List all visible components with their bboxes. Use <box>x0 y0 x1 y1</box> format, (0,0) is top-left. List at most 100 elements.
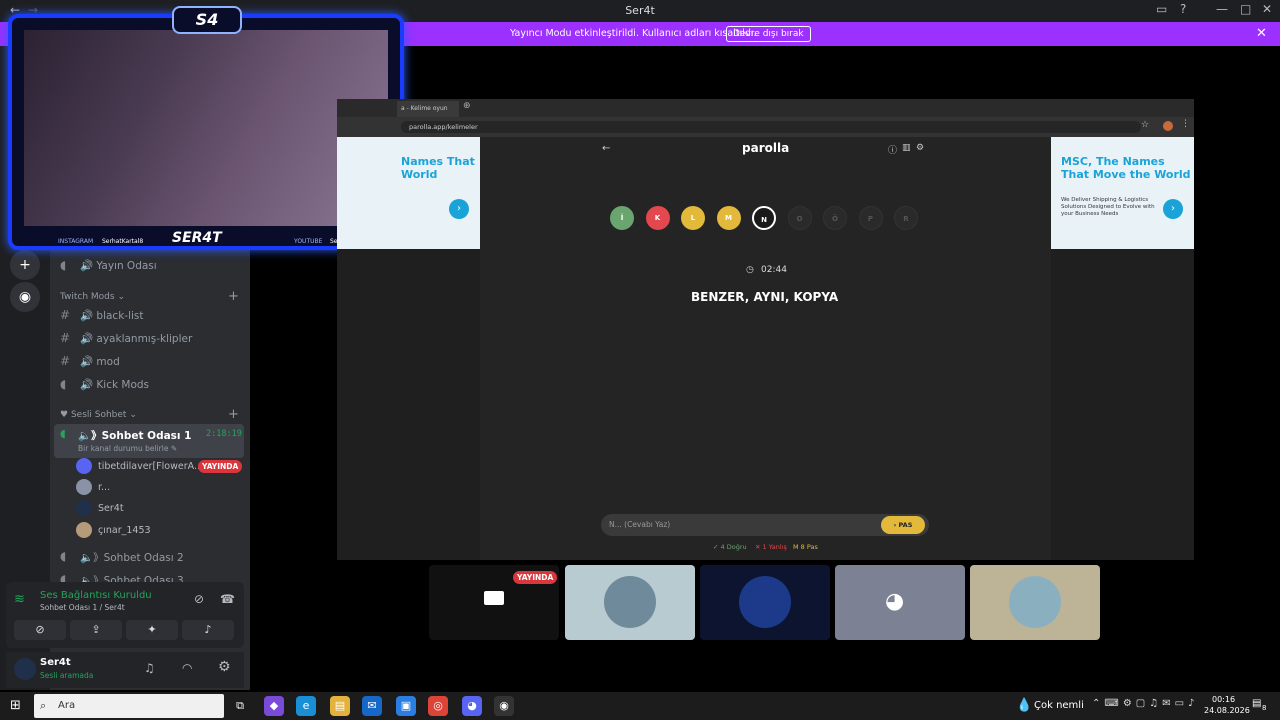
browser-menu-icon[interactable]: ⋮ <box>1181 119 1190 129</box>
notification-icon[interactable]: ▤ <box>1252 698 1261 709</box>
participant-tile[interactable] <box>700 565 830 640</box>
ad-banner-left[interactable]: Names That World › <box>337 137 480 249</box>
clock-time[interactable]: 00:16 <box>1212 695 1235 704</box>
voice-member[interactable]: r... <box>76 479 246 497</box>
add-server-icon[interactable]: + <box>10 250 40 280</box>
system-tray-icons[interactable]: ⌃⌨⚙▢♫✉▭♪ <box>1092 698 1198 709</box>
taskbar: ⊞ ⌕ Ara ⧉ ◆ e ▤ ✉ ▣ ◎ ◕ ◉ 💧 Çok nemli ⌃⌨… <box>0 692 1280 720</box>
channel-mod[interactable]: # 🔊 mod <box>58 352 244 372</box>
user-panel: Ser4t Sesli aramada ♫ ◠ ⚙ <box>6 652 244 688</box>
store-icon[interactable]: ▣ <box>396 696 416 716</box>
headphones-icon[interactable]: ◠ <box>182 661 192 675</box>
outlook-icon[interactable]: ✉ <box>362 696 382 716</box>
search-placeholder: Ara <box>58 700 76 711</box>
close-window-icon[interactable]: ✕ <box>1262 2 1272 16</box>
discord-logo-icon: ◕ <box>885 589 905 614</box>
channel-sohbet-odasi-1[interactable]: ◖ 🔈》Sohbet Odası 1 2:18:19 Bir kanal dur… <box>54 424 244 458</box>
voice-member[interactable]: tibetdilaver[FlowerA... YAYINDA <box>76 458 246 476</box>
letter-circle: O <box>787 206 812 230</box>
settings-gear-icon[interactable]: ⚙ <box>218 659 231 675</box>
chrome-icon[interactable]: ◎ <box>428 696 448 716</box>
youtube-label: YOUTUBE <box>294 238 323 245</box>
live-badge: YAYINDA <box>198 460 243 473</box>
avatar[interactable] <box>14 658 36 680</box>
channel-kick-mods[interactable]: ◖ 🔊 Kick Mods <box>58 375 244 395</box>
add-channel-icon[interactable]: + <box>228 289 239 304</box>
answer-input[interactable]: N... (Cevabı Yaz) <box>609 520 670 529</box>
category-twitch-mods[interactable]: Twitch Mods ⌄ + <box>60 289 239 304</box>
game-title: parolla <box>742 141 790 155</box>
channel-logo: S4 <box>172 6 242 34</box>
edge-icon[interactable]: e <box>296 696 316 716</box>
clock-date[interactable]: 24.08.2026 <box>1204 706 1250 715</box>
settings-icon[interactable]: ⚙ <box>916 143 924 153</box>
microphone-icon[interactable]: ♫ <box>144 661 155 675</box>
minimize-icon[interactable]: — <box>1216 2 1228 16</box>
channel-status[interactable]: Bir kanal durumu belirle ✎ <box>78 444 177 453</box>
voice-member[interactable]: Ser4t <box>76 500 246 518</box>
game-timer: 02:44 <box>761 265 787 275</box>
activities-button[interactable]: ✦ <box>126 620 178 640</box>
profile-avatar[interactable] <box>1163 121 1173 131</box>
speaker-icon: ◖ <box>60 549 67 563</box>
channel-yayin-odasi[interactable]: ◖ 🔊 Yayın Odası <box>58 256 244 276</box>
file-explorer-icon[interactable]: ▤ <box>330 696 350 716</box>
wrong-count: ✕ 1 Yanlış <box>755 543 787 551</box>
voice-status[interactable]: Ses Bağlantısı Kuruldu <box>40 590 152 601</box>
hash-icon: # <box>60 308 71 322</box>
noise-suppression-icon[interactable]: ⊘ <box>194 592 204 606</box>
user-status: Sesli aramada <box>40 671 94 680</box>
help-icon[interactable]: ? <box>1180 2 1186 16</box>
add-channel-icon[interactable]: + <box>228 407 239 422</box>
inbox-icon[interactable]: ▭ <box>1156 2 1167 16</box>
weather-text[interactable]: Çok nemli <box>1034 700 1084 711</box>
channel-black-list[interactable]: # 🔊 black-list <box>58 306 244 326</box>
copilot-icon[interactable]: ◆ <box>264 696 284 716</box>
share-screen-button[interactable]: ⇪ <box>70 620 122 640</box>
avatar <box>1009 576 1061 628</box>
pass-button[interactable]: › PAS <box>881 516 925 534</box>
channel-ayaklanmis-klipler[interactable]: # 🔊 ayaklanmış-klipler <box>58 329 244 349</box>
notification-count: 8 <box>1262 704 1267 712</box>
participant-tile[interactable] <box>565 565 695 640</box>
discover-icon[interactable]: ◉ <box>10 282 40 312</box>
disable-streamer-mode-button[interactable]: Devre dışı bırak <box>726 26 811 42</box>
info-icon[interactable]: ⓘ <box>888 143 897 156</box>
browser-tab[interactable]: a - Kelime oyun <box>397 101 459 117</box>
avatar <box>76 479 92 495</box>
taskbar-search[interactable]: ⌕ Ara <box>34 694 224 718</box>
letter-circle: K <box>645 206 670 230</box>
banner-close-icon[interactable]: ✕ <box>1256 26 1267 41</box>
discord-icon[interactable]: ◕ <box>462 696 482 716</box>
category-sesli-sohbet[interactable]: ♥ Sesli Sohbet ⌄ + <box>60 407 239 422</box>
camera-toggle-button[interactable]: ⊘ <box>14 620 66 640</box>
new-tab-icon[interactable]: ⊕ <box>463 101 471 111</box>
answer-bar: N... (Cevabı Yaz) › PAS <box>601 514 929 536</box>
bookmark-star-icon[interactable]: ☆ <box>1141 120 1149 130</box>
participant-tile[interactable] <box>970 565 1100 640</box>
weather-icon[interactable]: 💧 <box>1016 698 1032 713</box>
stats-icon[interactable]: ▥ <box>902 143 911 153</box>
voice-member[interactable]: çınar_1453 <box>76 522 246 540</box>
avatar <box>76 522 92 538</box>
windows-start-icon[interactable]: ⊞ <box>10 698 21 713</box>
channel-sohbet-odasi-2[interactable]: ◖ 🔈》Sohbet Odası 2 <box>58 547 244 567</box>
url-field[interactable]: parolla.app/kelimeler <box>401 121 1141 133</box>
ad-arrow-icon[interactable]: › <box>449 199 469 219</box>
ad-banner-right[interactable]: MSC, The Names That Move the World We De… <box>1051 137 1194 249</box>
stream-view[interactable]: a - Kelime oyun ⊕ parolla.app/kelimeler … <box>337 99 1194 560</box>
participant-tile-stream[interactable]: YAYINDA <box>429 565 559 640</box>
voice-location[interactable]: Sohbet Odası 1 / Ser4t <box>40 603 125 612</box>
speaker-icon: ◖ <box>60 258 67 272</box>
task-view-icon[interactable]: ⧉ <box>230 696 250 716</box>
ad-arrow-icon[interactable]: › <box>1163 199 1183 219</box>
maximize-icon[interactable]: □ <box>1240 2 1251 16</box>
soundboard-button[interactable]: ♪ <box>182 620 234 640</box>
back-arrow-icon[interactable]: ← <box>602 143 610 154</box>
letter-circle: M <box>716 206 741 230</box>
disconnect-icon[interactable]: ☎ <box>220 592 235 606</box>
obs-icon[interactable]: ◉ <box>494 696 514 716</box>
signal-icon[interactable]: ≋ <box>14 592 25 607</box>
screen-icon <box>484 591 504 605</box>
participant-tile[interactable]: ◕ <box>835 565 965 640</box>
